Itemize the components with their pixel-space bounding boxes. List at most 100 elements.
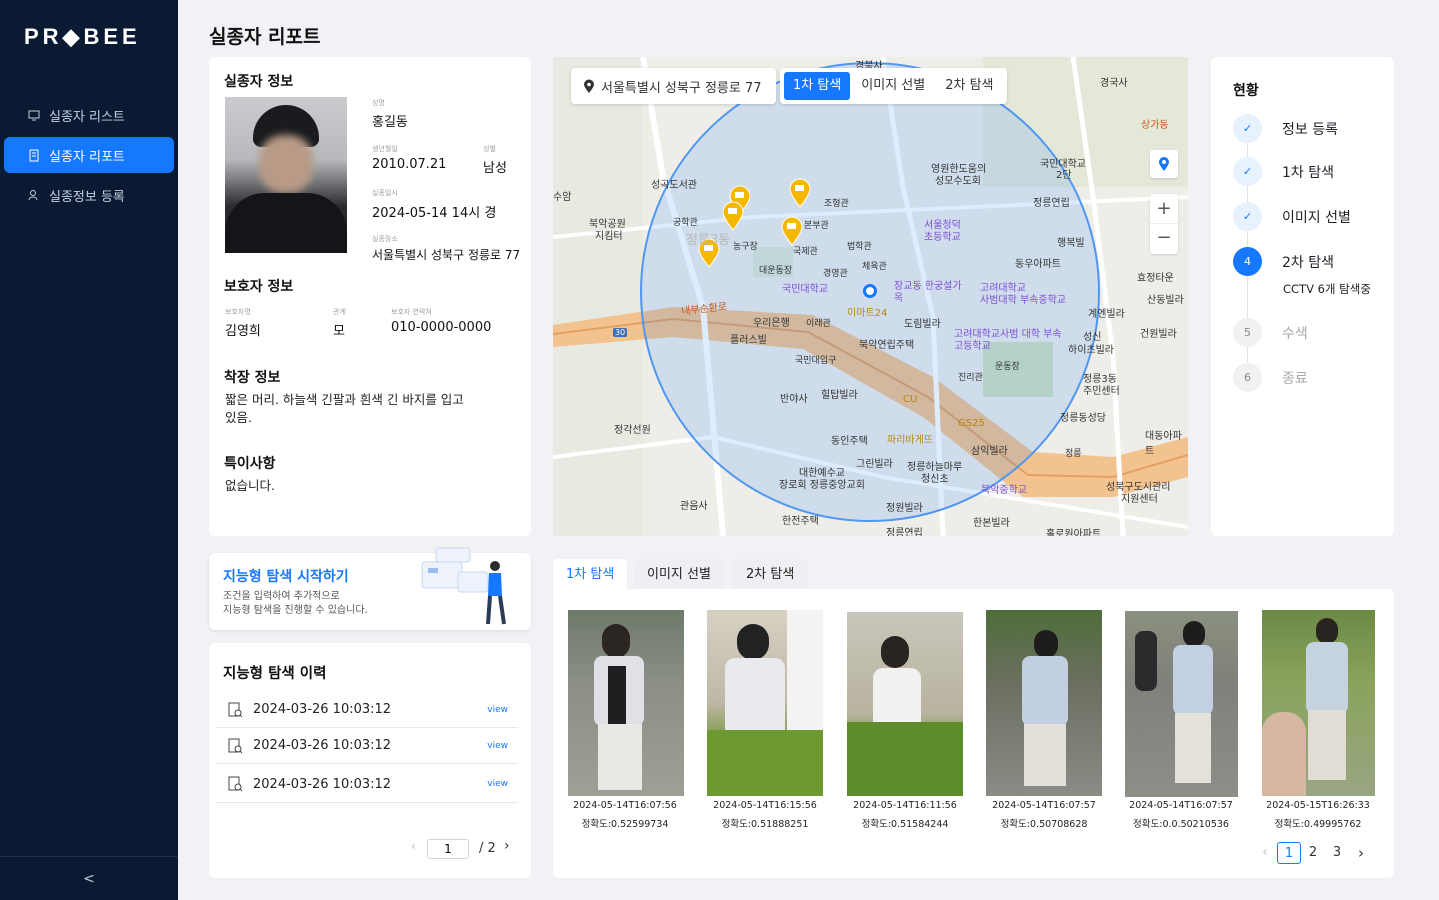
map[interactable]: 경국사 성북구도시관리 지원센터 정릉3동 주민센터 효정타운 산동빌라 건원빌… [553, 57, 1188, 536]
location-pin-icon [1159, 157, 1169, 171]
result-accuracy: 정확도:0.51584244 [861, 819, 949, 830]
chevron-right-icon[interactable]: › [504, 838, 510, 854]
check-icon: ✓ [1233, 157, 1262, 186]
result-thumbnail[interactable] [1125, 611, 1238, 797]
gender-label: 성별 [483, 145, 496, 153]
map-label: 행복빌 [1057, 238, 1085, 249]
map-label: 고려대학교사범 대학 부속고등학교 [954, 329, 1062, 352]
history-page-input[interactable] [427, 839, 469, 859]
guardian-section-title: 보호자 정보 [224, 279, 294, 295]
map-label: 이래관 [806, 319, 831, 329]
map-tab-second-search[interactable]: 2차 탐색 [936, 72, 1002, 100]
map-label: 조형관 [824, 199, 849, 209]
map-label: 주민센터 [1083, 386, 1120, 397]
page-button[interactable]: 1 [1277, 842, 1301, 864]
collapse-sidebar-button[interactable]: < [0, 856, 178, 900]
map-label: 계엔빌라 [1088, 309, 1125, 320]
step-label: 종료 [1282, 370, 1308, 387]
map-label: 우리은행 [753, 318, 790, 329]
result-thumbnail[interactable] [1262, 610, 1375, 796]
map-label: 도림빌라 [904, 319, 941, 330]
zoom-in-button[interactable]: + [1150, 194, 1178, 224]
step-label: 정보 등록 [1282, 121, 1338, 138]
guardian-name-label: 보호자명 [225, 308, 251, 316]
smart-search-desc-line1: 조건을 입력하여 추가적으로 [223, 591, 340, 602]
guardian-name: 김영희 [225, 324, 261, 339]
zoom-out-button[interactable]: − [1150, 224, 1178, 254]
tab-second-search[interactable]: 2차 탐색 [733, 559, 808, 590]
result-time: 2024-05-14T16:07:57 [1129, 800, 1233, 811]
history-view-link[interactable]: view [487, 705, 508, 715]
result-time: 2024-05-14T16:07:57 [992, 800, 1096, 811]
map-label: 2단 [1056, 170, 1072, 181]
tab-first-search[interactable]: 1차 탐색 [553, 559, 628, 590]
map-label: 상가동 [1141, 120, 1169, 131]
map-tab-first-search[interactable]: 1차 탐색 [784, 72, 851, 100]
history-time: 2024-03-26 10:03:12 [253, 702, 392, 717]
history-view-link[interactable]: view [487, 779, 508, 789]
step-number: 6 [1233, 363, 1262, 392]
map-label: 관음사 [680, 501, 708, 512]
chevron-right-icon[interactable]: › [1349, 842, 1373, 864]
result-thumbnail[interactable] [847, 612, 963, 796]
document-search-icon [228, 738, 243, 753]
map-label: 국제관 [793, 247, 818, 257]
clothing-section-title: 착장 정보 [224, 370, 281, 386]
document-icon [29, 149, 39, 161]
map-label: 공학관 [673, 218, 698, 228]
step-1: ✓ 정보 등록 [1233, 114, 1338, 143]
history-title: 지능형 탐색 이력 [223, 666, 327, 682]
smart-search-title[interactable]: 지능형 탐색 시작하기 [223, 566, 349, 586]
chevron-left-icon[interactable]: ‹ [1253, 842, 1277, 864]
map-label: 농구장 [733, 242, 758, 252]
phone-label: 보호자 연락처 [391, 308, 432, 316]
map-label: 국민대입구 [795, 356, 837, 366]
page-button[interactable]: 2 [1301, 842, 1325, 864]
missing-place-label: 실종장소 [372, 235, 398, 243]
person-photo [225, 97, 347, 253]
map-label: 대동아파트 [1145, 431, 1182, 457]
map-label: 정릉 [1065, 449, 1082, 459]
tab-image-select[interactable]: 이미지 선별 [634, 559, 724, 590]
result-time: 2024-05-15T16:26:33 [1266, 800, 1370, 811]
page-button[interactable]: 3 [1325, 842, 1349, 864]
cctv-marker[interactable] [789, 178, 811, 212]
map-label: 대운동장 [759, 266, 793, 276]
map-label: 경국사 [1100, 78, 1128, 89]
sidebar-item-missing-report[interactable]: 실종자 리포트 [4, 137, 174, 173]
sidebar-item-register[interactable]: 실종정보 등록 [4, 177, 174, 213]
sidebar-item-label: 실종자 리스트 [49, 109, 125, 125]
special-text: 없습니다. [225, 478, 275, 493]
map-label: 한전주택 [782, 516, 819, 527]
map-label: 본부관 [804, 221, 829, 231]
map-label: 파리바게뜨 [887, 435, 933, 446]
result-thumbnail[interactable] [986, 610, 1102, 796]
guardian-phone: 010-0000-0000 [391, 320, 492, 335]
my-location-button[interactable] [1150, 150, 1178, 178]
history-view-link[interactable]: view [487, 741, 508, 751]
result-thumbnail[interactable] [568, 610, 684, 796]
result-time: 2024-05-14T16:15:56 [713, 800, 817, 811]
map-label: 운동장 [995, 362, 1020, 372]
history-total-pages: / 2 [479, 841, 496, 856]
map-label: 북악중학교 [981, 485, 1027, 496]
result-accuracy: 정확도:0.50708628 [1000, 819, 1088, 830]
sidebar-item-missing-list[interactable]: 실종자 리스트 [4, 97, 174, 133]
map-label: 초등학교 [924, 232, 961, 243]
step-label: 2차 탐색 [1282, 254, 1334, 271]
history-time: 2024-03-26 10:03:12 [253, 776, 392, 792]
map-label: 정릉3동 [686, 233, 731, 248]
step-label: 수색 [1282, 325, 1308, 342]
result-thumbnail[interactable] [707, 610, 823, 796]
map-label: 그린빌라 [856, 459, 893, 470]
chevron-left-icon[interactable]: ‹ [411, 839, 416, 853]
map-tab-group: 1차 탐색 이미지 선별 2차 탐색 [780, 68, 1007, 104]
map-label: 산동빌라 [1147, 295, 1184, 306]
map-label: GS25 [958, 418, 985, 429]
clothing-text-line1: 짧은 머리. 하늘색 긴팔과 흰색 긴 바지를 입고 [225, 392, 464, 407]
map-address: 서울특별시 성북구 정릉로 77 [601, 80, 762, 96]
map-marker-center [1107, 279, 1127, 299]
map-label: 지킴터 [595, 231, 623, 242]
map-tab-image-select[interactable]: 이미지 선별 [852, 72, 934, 100]
sidebar-item-label: 실종정보 등록 [49, 189, 125, 205]
